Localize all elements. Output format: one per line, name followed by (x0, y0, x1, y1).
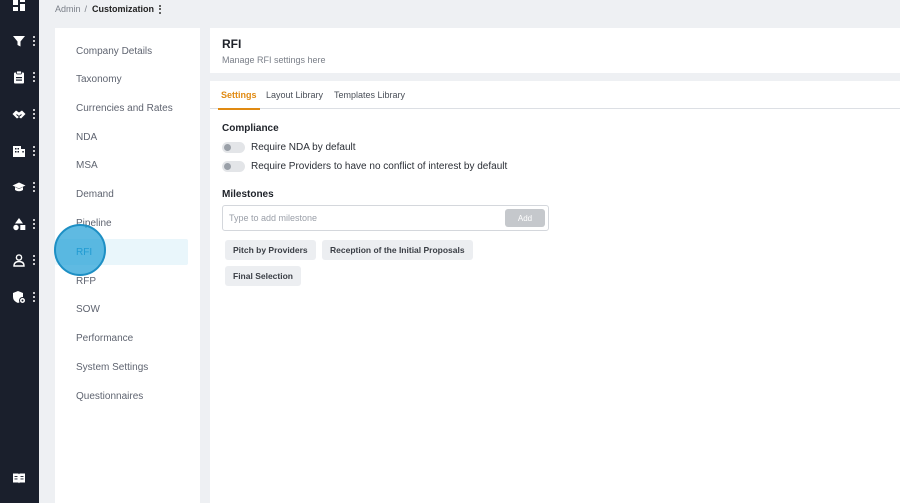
user-icon (12, 253, 26, 267)
no-conflict-toggle[interactable] (222, 160, 245, 172)
menu-item-taxonomy[interactable]: Taxonomy (55, 66, 188, 92)
milestone-input[interactable] (229, 206, 499, 230)
breadcrumb-kebab-icon[interactable] (159, 4, 162, 14)
kebab-menu-icon[interactable] (32, 255, 35, 265)
breadcrumb-root[interactable]: Admin (55, 4, 81, 14)
menu-item-rfi[interactable]: RFI (55, 239, 188, 265)
milestone-chip[interactable]: Final Selection (225, 266, 301, 286)
handshake-icon (12, 107, 26, 121)
menu-item-company-details[interactable]: Company Details (55, 38, 188, 64)
page-title: RFI (222, 37, 242, 51)
graduation-cap-icon (12, 180, 26, 194)
menu-item-sow[interactable]: SOW (55, 296, 188, 322)
milestones-heading: Milestones (222, 189, 274, 200)
kebab-menu-icon[interactable] (32, 36, 35, 46)
rail-item-shapes[interactable] (0, 212, 39, 236)
milestone-chip[interactable]: Reception of the Initial Proposals (322, 240, 473, 260)
building-icon (12, 144, 26, 158)
clipboard-icon (12, 70, 26, 84)
require-nda-toggle[interactable] (222, 141, 245, 153)
menu-item-performance[interactable]: Performance (55, 325, 188, 351)
rail-item-building[interactable] (0, 139, 39, 163)
kebab-menu-icon[interactable] (32, 72, 35, 82)
book-icon (12, 471, 26, 485)
menu-item-msa[interactable]: MSA (55, 152, 188, 178)
kebab-menu-icon[interactable] (32, 219, 35, 229)
menu-item-currencies-and-rates[interactable]: Currencies and Rates (55, 95, 188, 121)
rail-item-graduation[interactable] (0, 175, 39, 199)
kebab-menu-icon[interactable] (32, 109, 35, 119)
rail-item-filter[interactable] (0, 29, 39, 53)
settings-content: Settings Layout Library Templates Librar… (210, 81, 900, 503)
tab-bar: Settings Layout Library Templates Librar… (210, 81, 900, 110)
kebab-menu-icon[interactable] (32, 292, 35, 302)
tab-templates-library[interactable]: Templates Library (334, 81, 405, 109)
filter-icon (12, 34, 26, 48)
toggle-knob (224, 162, 231, 170)
shield-settings-icon (12, 290, 26, 304)
milestone-chip[interactable]: Pitch by Providers (225, 240, 316, 260)
add-milestone-button[interactable]: Add (505, 209, 545, 227)
rail-item-handshake[interactable] (0, 102, 39, 126)
toggle-row-conflict: Require Providers to have no conflict of… (222, 159, 507, 173)
no-conflict-label: Require Providers to have no conflict of… (251, 160, 508, 172)
menu-item-rfp[interactable]: RFP (55, 268, 188, 294)
menu-item-system-settings[interactable]: System Settings (55, 354, 188, 380)
left-rail (0, 0, 39, 503)
settings-menu: Company Details Taxonomy Currencies and … (55, 28, 200, 503)
tab-layout-library[interactable]: Layout Library (266, 81, 323, 109)
menu-item-nda[interactable]: NDA (55, 124, 188, 150)
menu-item-demand[interactable]: Demand (55, 181, 188, 207)
rail-item-user[interactable] (0, 248, 39, 272)
breadcrumb: Admin / Customization (55, 2, 162, 16)
require-nda-label: Require NDA by default (251, 141, 356, 153)
rail-item-dashboard[interactable] (0, 0, 39, 17)
milestone-input-group: Add (222, 205, 549, 231)
breadcrumb-separator: / (84, 4, 88, 14)
dashboard-icon (12, 0, 26, 12)
rail-item-shield-settings[interactable] (0, 285, 39, 309)
kebab-menu-icon[interactable] (32, 182, 35, 192)
kebab-menu-icon[interactable] (32, 146, 35, 156)
rail-item-clipboard[interactable] (0, 65, 39, 89)
toggle-row-nda: Require NDA by default (222, 140, 356, 154)
menu-item-pipeline[interactable]: Pipeline (55, 210, 188, 236)
breadcrumb-current: Customization (92, 4, 155, 14)
menu-item-questionnaires[interactable]: Questionnaires (55, 383, 188, 409)
shapes-icon (12, 217, 26, 231)
compliance-heading: Compliance (222, 123, 279, 134)
rail-item-book[interactable] (0, 466, 39, 490)
page-subtitle: Manage RFI settings here (222, 55, 326, 65)
page-header: RFI Manage RFI settings here (210, 28, 900, 73)
toggle-knob (224, 143, 231, 151)
tab-settings[interactable]: Settings (218, 81, 259, 110)
